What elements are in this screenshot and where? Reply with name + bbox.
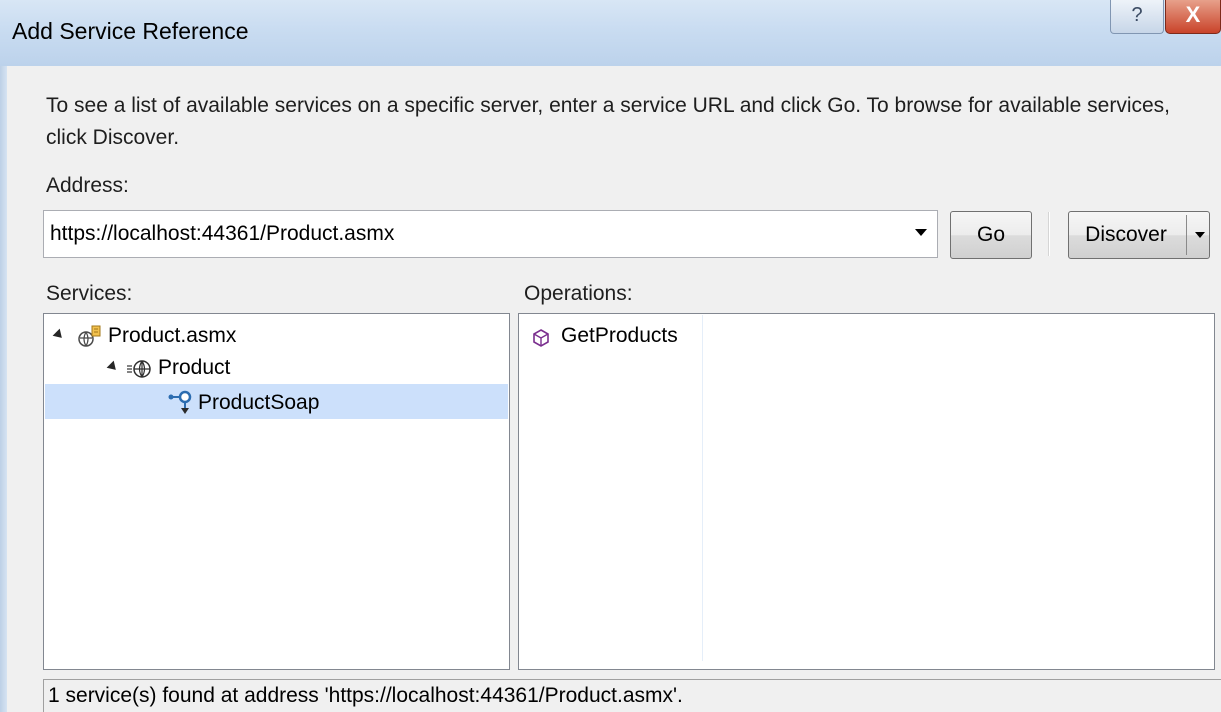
- help-button[interactable]: ?: [1110, 0, 1164, 34]
- close-button[interactable]: X: [1165, 0, 1221, 34]
- discover-label: Discover: [1085, 223, 1167, 246]
- status-bar: 1 service(s) found at address 'https://l…: [43, 679, 1221, 712]
- operations-label: Operations:: [524, 282, 633, 305]
- endpoint-icon: [168, 389, 194, 427]
- discover-dropdown-icon[interactable]: [1195, 232, 1205, 238]
- operations-list[interactable]: GetProducts: [518, 313, 1215, 670]
- help-icon: ?: [1131, 4, 1143, 26]
- dialog-title: Add Service Reference: [12, 18, 249, 44]
- title-bar: Add Service Reference ? X: [0, 0, 1221, 66]
- tree-item-product-asmx[interactable]: Product.asmx: [52, 320, 494, 352]
- instructions-text: To see a list of available services on a…: [46, 94, 1171, 149]
- services-tree[interactable]: Product.asmx Product ProductSoap: [43, 313, 510, 670]
- address-label: Address:: [46, 174, 129, 197]
- tree-item-label: Product: [158, 356, 231, 379]
- web-reference-icon: [76, 324, 102, 358]
- discover-button[interactable]: Discover: [1068, 211, 1210, 259]
- expand-triangle-icon[interactable]: [52, 328, 66, 342]
- expand-triangle-icon[interactable]: [106, 360, 120, 374]
- status-text: 1 service(s) found at address 'https://l…: [48, 684, 683, 707]
- add-service-reference-dialog: Add Service Reference ? X To see a list …: [0, 0, 1221, 712]
- address-input[interactable]: https://localhost:44361/Product.asmx: [50, 222, 394, 246]
- operation-label: GetProducts: [561, 324, 678, 347]
- tree-item-productsoap[interactable]: ProductSoap: [164, 386, 504, 418]
- operation-item-getproducts[interactable]: GetProducts: [529, 320, 699, 352]
- services-label: Services:: [46, 282, 133, 305]
- column-divider: [702, 315, 703, 661]
- tree-item-label: Product.asmx: [108, 324, 237, 347]
- go-button[interactable]: Go: [950, 211, 1032, 259]
- close-icon: X: [1185, 2, 1201, 27]
- discover-split-divider: [1186, 215, 1187, 255]
- window-frame: [0, 66, 7, 712]
- dropdown-arrow-icon[interactable]: [915, 229, 927, 236]
- operation-cube-icon: [531, 326, 551, 358]
- service-globe-icon: [126, 358, 152, 390]
- tree-item-product[interactable]: Product: [106, 352, 508, 384]
- tree-item-label: ProductSoap: [198, 391, 320, 414]
- address-combobox[interactable]: https://localhost:44361/Product.asmx: [43, 210, 938, 258]
- toolbar-separator: [1048, 212, 1050, 256]
